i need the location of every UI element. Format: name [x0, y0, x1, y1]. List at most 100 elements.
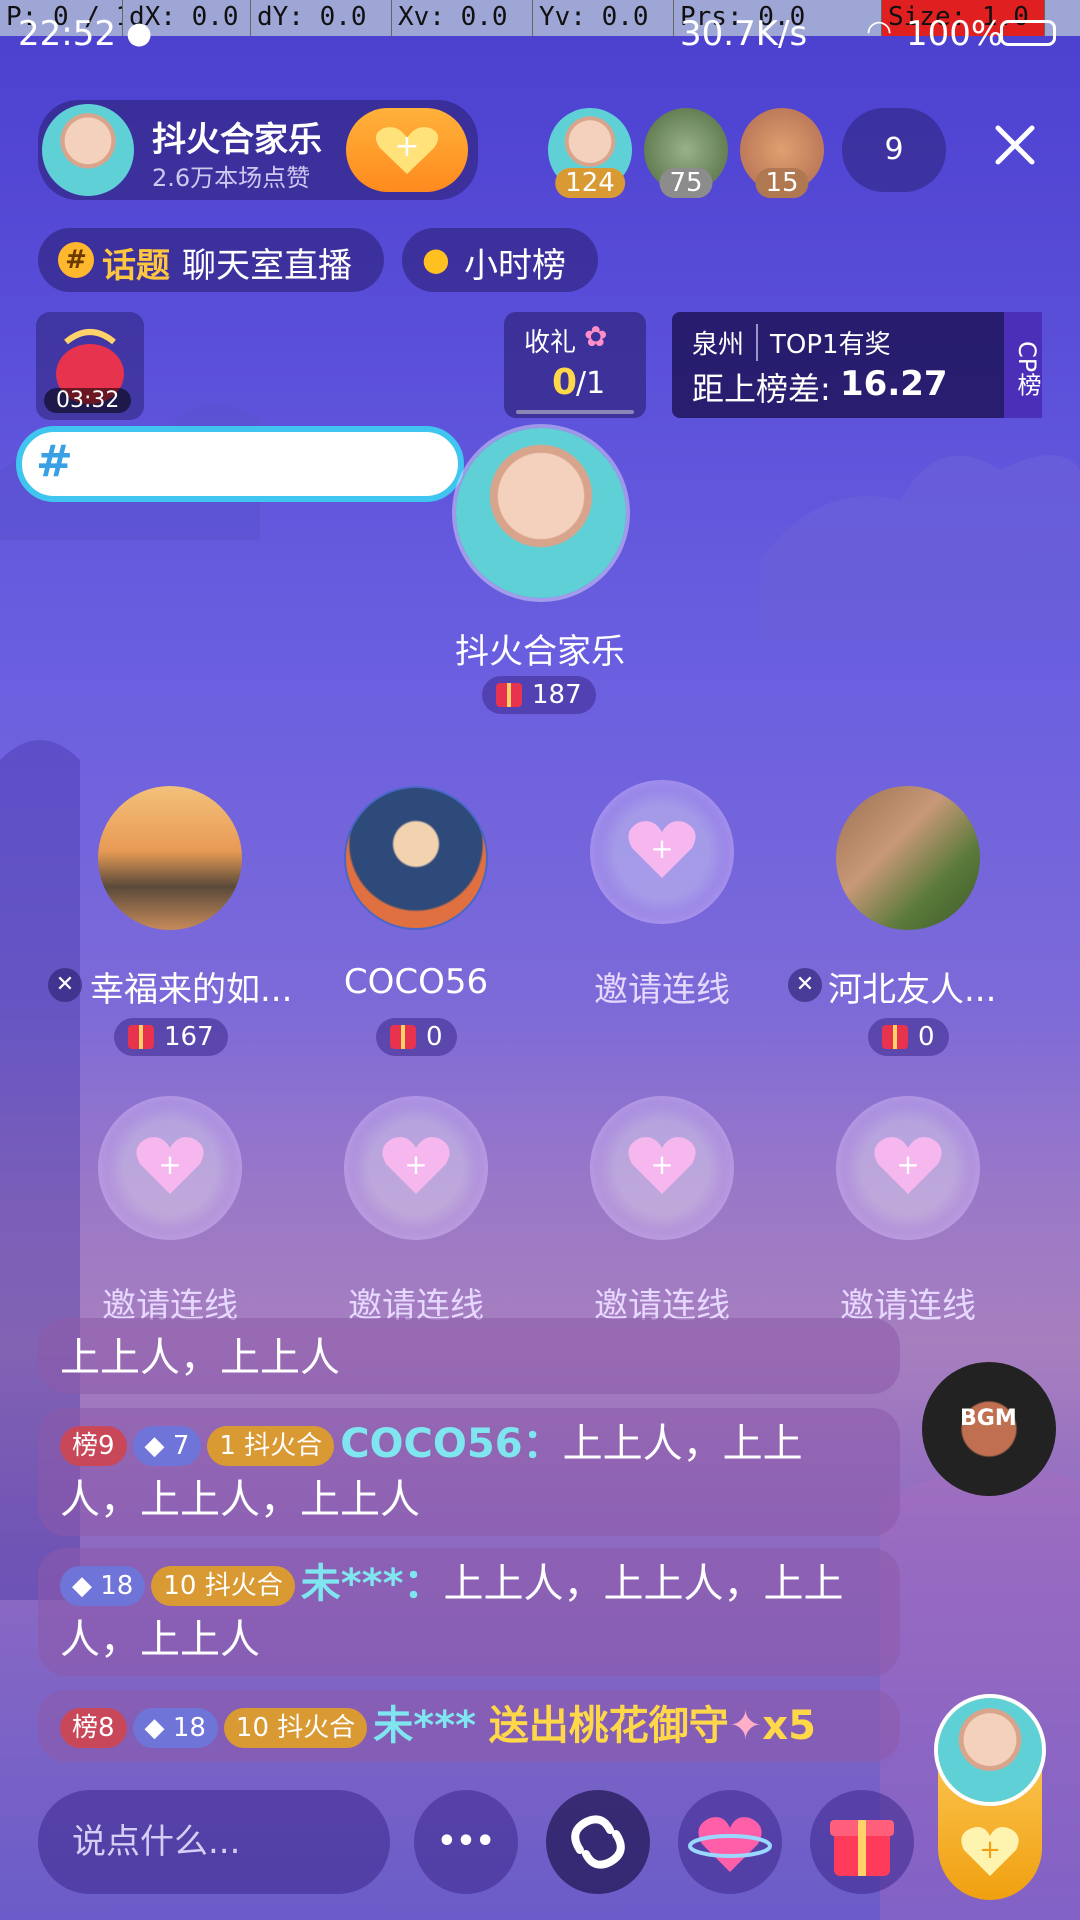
- more-icon: •••: [437, 1824, 495, 1859]
- chat-message: 榜9 ◆ 71 抖火合 COCO56：上上人，上上人，上上人，上上人: [38, 1408, 900, 1536]
- seat-4-name: 河北友人...: [828, 970, 997, 1010]
- seat-4-gifts: 0: [868, 1018, 949, 1056]
- seat-5-invite[interactable]: +: [98, 1096, 242, 1240]
- battery-icon: [1000, 20, 1056, 46]
- top-viewer-3[interactable]: 15: [740, 108, 824, 198]
- top-viewer-2[interactable]: 75: [644, 108, 728, 198]
- seat-8-invite[interactable]: +: [836, 1096, 980, 1240]
- chat-app-icon: ●: [126, 16, 153, 51]
- seat-3-name[interactable]: 邀请连线: [542, 962, 782, 1011]
- seat-1-gifts: 167: [114, 1018, 228, 1056]
- chat-message: 上上人，上上人: [38, 1318, 900, 1394]
- hash-bubble-text: #: [36, 436, 73, 487]
- topic-text: 聊天室直播: [182, 246, 352, 286]
- bgm-record-button[interactable]: BGM: [922, 1362, 1056, 1496]
- link-mic-icon: [571, 1815, 625, 1869]
- heart-plus-icon: +: [628, 821, 696, 878]
- host-avatar[interactable]: [42, 104, 134, 196]
- follow-button[interactable]: +: [346, 108, 468, 192]
- top-viewer-1[interactable]: 124: [548, 108, 632, 198]
- host-likes: 2.6万本场点赞: [152, 164, 311, 192]
- seat-1-avatar[interactable]: [98, 786, 242, 930]
- host-mini-avatar[interactable]: [934, 1694, 1046, 1806]
- seat-1-name: 幸福来的如...: [90, 970, 293, 1010]
- gift-box-icon: [830, 1820, 894, 1876]
- seat-6-invite[interactable]: +: [344, 1096, 488, 1240]
- rank-gap-label: 距上榜差:: [692, 370, 831, 408]
- gift-task-card[interactable]: 收礼 ✿ 0 /1: [504, 312, 646, 418]
- seat-7-invite[interactable]: +: [590, 1096, 734, 1240]
- svg-text:+: +: [979, 1835, 1001, 1865]
- battery-text: 100%: [906, 14, 1004, 54]
- comment-input[interactable]: 说点什么...: [38, 1790, 390, 1894]
- seat-2-gift-count: 0: [426, 1022, 443, 1052]
- seat-3-invite[interactable]: +: [590, 780, 734, 924]
- seat-2-name: COCO56: [343, 962, 489, 1002]
- gift-task-progress: 0: [552, 362, 578, 403]
- bgm-icon: BGM: [960, 1406, 1017, 1431]
- seat-4-avatar[interactable]: [836, 786, 980, 930]
- link-mic-button[interactable]: [546, 1790, 650, 1894]
- gift-icon: [128, 1025, 154, 1049]
- lucky-bag[interactable]: 03:32: [36, 312, 144, 420]
- level-badge: ◆ 18: [60, 1566, 146, 1606]
- center-host-name: 抖火合家乐: [455, 632, 625, 672]
- seat-2-avatar[interactable]: [344, 786, 488, 930]
- svg-text:+: +: [896, 1148, 919, 1181]
- gift-icon: [390, 1025, 416, 1049]
- host-follow-stack[interactable]: +: [934, 1694, 1046, 1900]
- hour-rank-button[interactable]: ● 小时榜: [402, 228, 598, 292]
- heart-plus-icon: +: [382, 1137, 450, 1194]
- heart-plus-icon: +: [874, 1137, 942, 1194]
- rank-reward: TOP1有奖: [756, 324, 891, 361]
- seat-1-gift-count: 167: [164, 1022, 214, 1052]
- charm-gift-icon: ✦: [728, 1703, 763, 1749]
- chat-gift-message: 榜8 ◆ 18 10 抖火合 未*** 送出桃花御守✦x5: [38, 1690, 900, 1762]
- interaction-button[interactable]: [678, 1790, 782, 1894]
- svg-text:+: +: [394, 129, 419, 164]
- seat-2-gifts: 0: [376, 1018, 457, 1056]
- gift-text: 送出桃花御守: [488, 1703, 729, 1749]
- chat-username[interactable]: 未***：: [301, 1561, 444, 1607]
- viewer-rank-badge: 15: [755, 168, 809, 198]
- flower-icon: ✿: [584, 320, 608, 353]
- heart-planet-icon: [688, 1817, 772, 1872]
- cp-rank-card[interactable]: 泉州 TOP1有奖 距上榜差: 16.27 CP榜: [672, 312, 1042, 418]
- cp-rank-tab[interactable]: CP榜: [1004, 312, 1042, 418]
- chat-username[interactable]: COCO56：: [340, 1421, 562, 1467]
- gift-task-label: 收礼: [524, 328, 577, 358]
- rank-city: 泉州: [692, 330, 745, 360]
- gift-task-total: /1: [576, 366, 606, 401]
- svg-text:+: +: [650, 1148, 673, 1181]
- viewer-rank-badge: 124: [555, 168, 625, 198]
- gift-task-progress-bar: [516, 410, 634, 414]
- rank-badge: 榜9: [60, 1426, 127, 1466]
- fan-badge: 10 抖火合: [223, 1708, 368, 1748]
- gift-icon: [496, 683, 522, 707]
- hashtag-icon: #: [58, 242, 94, 278]
- viewer-count[interactable]: 9: [842, 108, 946, 192]
- flame-icon: ●: [422, 240, 450, 278]
- heart-plus-icon: +: [136, 1137, 204, 1194]
- gift-button[interactable]: [810, 1790, 914, 1894]
- gift-icon: [882, 1025, 908, 1049]
- close-icon[interactable]: [990, 120, 1040, 170]
- rank-badge: 榜8: [60, 1708, 127, 1748]
- host-info-card[interactable]: 抖火合家乐 2.6万本场点赞 +: [38, 100, 478, 200]
- viewer-rank-badge: 75: [659, 168, 713, 198]
- lucky-bag-timer: 03:32: [44, 388, 132, 413]
- chat-message: ◆ 18 10 抖火合 未***：上上人，上上人，上上人，上上人: [38, 1548, 900, 1676]
- hour-rank-label: 小时榜: [464, 246, 566, 286]
- topic-pill[interactable]: # 话题 聊天室直播: [38, 228, 384, 292]
- svg-text:+: +: [158, 1148, 181, 1181]
- svg-text:+: +: [404, 1148, 427, 1181]
- wifi-icon: ◠: [866, 14, 893, 49]
- chat-username[interactable]: 未***: [373, 1703, 476, 1749]
- fan-badge: 1 抖火合: [207, 1426, 335, 1466]
- center-host-avatar[interactable]: [452, 424, 630, 602]
- chat-text: 上上人，上上人: [60, 1335, 340, 1381]
- more-button[interactable]: •••: [414, 1790, 518, 1894]
- gift-multiplier: x5: [762, 1703, 816, 1749]
- level-badge: ◆ 18: [132, 1708, 218, 1748]
- seat-4-gift-count: 0: [918, 1022, 935, 1052]
